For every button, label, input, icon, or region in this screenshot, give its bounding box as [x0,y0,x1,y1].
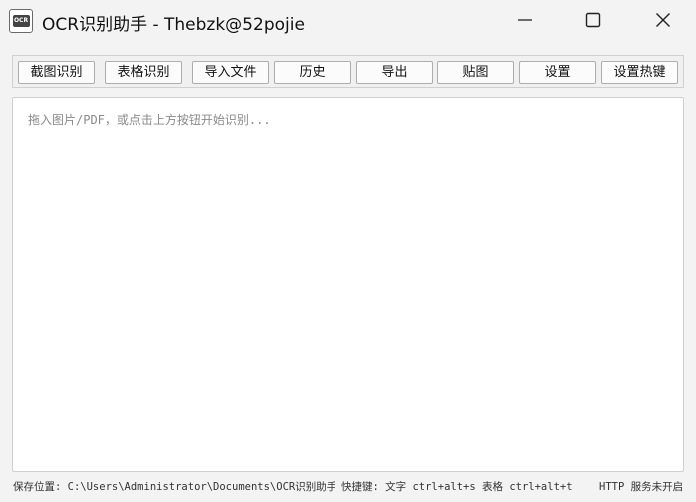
window-title: OCR识别助手 - Thebzk@52pojie [42,15,305,35]
app-logo-icon: OCR [9,9,33,33]
history-button[interactable]: 历史 [274,61,351,84]
screenshot-ocr-button[interactable]: 截图识别 [18,61,95,84]
http-status: HTTP 服务未开启 [599,481,684,493]
pin-image-button[interactable]: 贴图 [437,61,514,84]
minimize-button[interactable] [502,0,548,40]
result-text-area[interactable]: 拖入图片/PDF，或点击上方按钮开始识别... [12,97,684,472]
hotkey-status: 快捷键: 文字 ctrl+alt+s 表格 ctrl+alt+t [341,481,573,493]
table-ocr-button[interactable]: 表格识别 [105,61,182,84]
export-button[interactable]: 导出 [356,61,433,84]
toolbar: 截图识别 表格识别 导入文件 历史 导出 贴图 设置 设置热键 [12,55,684,88]
result-placeholder: 拖入图片/PDF，或点击上方按钮开始识别... [28,113,271,127]
hotkey-settings-button[interactable]: 设置热键 [601,61,678,84]
save-path-status: 保存位置: C:\Users\Administrator\Documents\O… [13,481,335,493]
maximize-button[interactable] [570,0,616,40]
settings-button[interactable]: 设置 [519,61,596,84]
title-bar[interactable]: OCR OCR识别助手 - Thebzk@52pojie [0,0,696,42]
status-bar: 保存位置: C:\Users\Administrator\Documents\O… [0,477,696,497]
app-logo-text: OCR [12,15,30,27]
import-file-button[interactable]: 导入文件 [192,61,269,84]
close-button[interactable] [640,0,686,40]
maximize-icon [585,12,601,28]
close-icon [656,13,670,27]
minimize-icon [518,19,532,21]
